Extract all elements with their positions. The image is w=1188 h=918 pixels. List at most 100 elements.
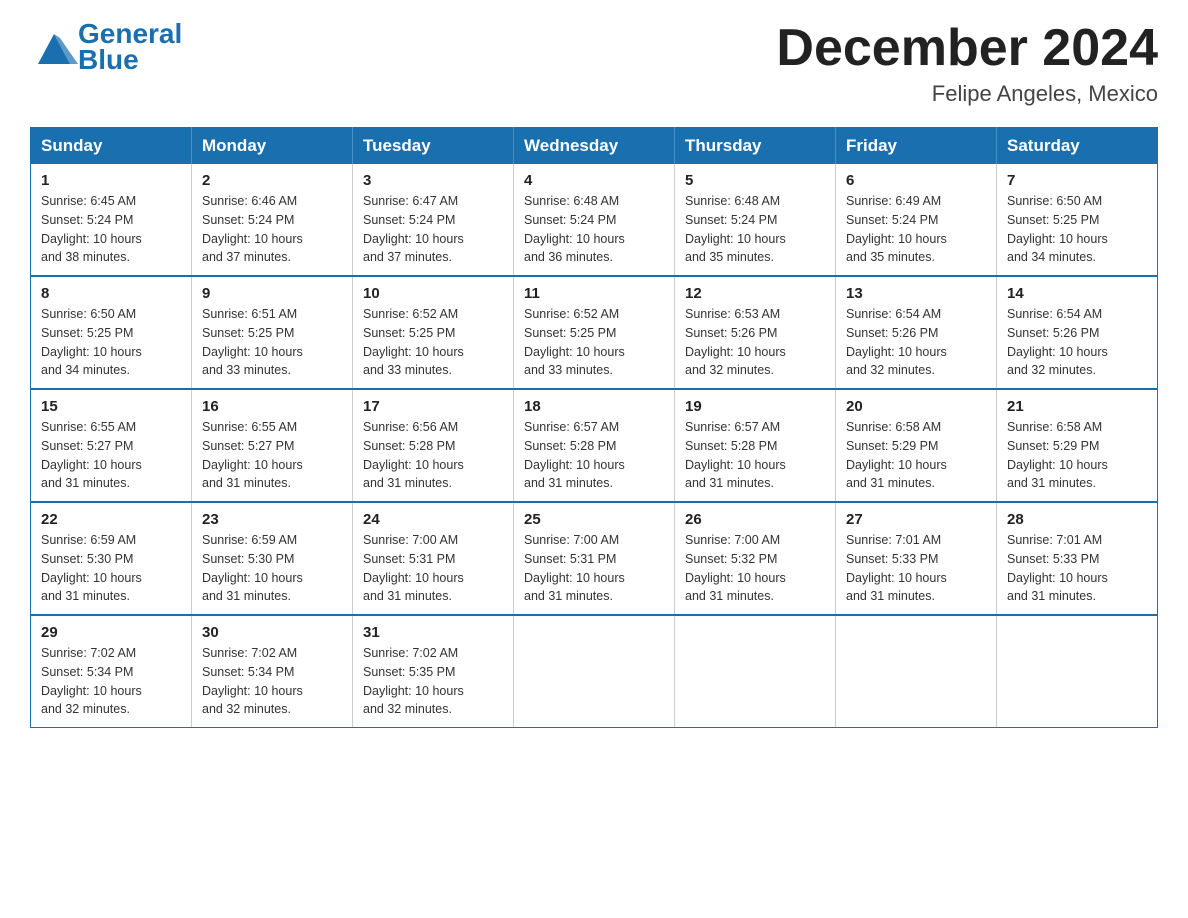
day-info: Sunrise: 7:00 AM Sunset: 5:31 PM Dayligh…	[524, 531, 664, 606]
calendar-week-row: 8 Sunrise: 6:50 AM Sunset: 5:25 PM Dayli…	[31, 276, 1158, 389]
calendar-cell	[997, 615, 1158, 728]
day-number: 29	[41, 624, 181, 641]
calendar-cell: 20 Sunrise: 6:58 AM Sunset: 5:29 PM Dayl…	[836, 389, 997, 502]
header-tuesday: Tuesday	[353, 128, 514, 165]
day-number: 24	[363, 511, 503, 528]
day-number: 13	[846, 285, 986, 302]
calendar-cell: 17 Sunrise: 6:56 AM Sunset: 5:28 PM Dayl…	[353, 389, 514, 502]
day-info: Sunrise: 6:58 AM Sunset: 5:29 PM Dayligh…	[846, 418, 986, 493]
header-wednesday: Wednesday	[514, 128, 675, 165]
day-number: 15	[41, 398, 181, 415]
day-info: Sunrise: 6:52 AM Sunset: 5:25 PM Dayligh…	[524, 305, 664, 380]
day-number: 28	[1007, 511, 1147, 528]
day-number: 7	[1007, 172, 1147, 189]
day-info: Sunrise: 6:52 AM Sunset: 5:25 PM Dayligh…	[363, 305, 503, 380]
day-number: 8	[41, 285, 181, 302]
calendar-cell: 9 Sunrise: 6:51 AM Sunset: 5:25 PM Dayli…	[192, 276, 353, 389]
day-number: 1	[41, 172, 181, 189]
day-info: Sunrise: 6:57 AM Sunset: 5:28 PM Dayligh…	[685, 418, 825, 493]
day-info: Sunrise: 6:58 AM Sunset: 5:29 PM Dayligh…	[1007, 418, 1147, 493]
day-number: 6	[846, 172, 986, 189]
day-info: Sunrise: 6:59 AM Sunset: 5:30 PM Dayligh…	[41, 531, 181, 606]
day-number: 14	[1007, 285, 1147, 302]
header-friday: Friday	[836, 128, 997, 165]
calendar-cell: 13 Sunrise: 6:54 AM Sunset: 5:26 PM Dayl…	[836, 276, 997, 389]
day-info: Sunrise: 6:47 AM Sunset: 5:24 PM Dayligh…	[363, 192, 503, 267]
day-info: Sunrise: 7:02 AM Sunset: 5:34 PM Dayligh…	[202, 644, 342, 719]
day-number: 10	[363, 285, 503, 302]
calendar-cell: 3 Sunrise: 6:47 AM Sunset: 5:24 PM Dayli…	[353, 164, 514, 276]
header-monday: Monday	[192, 128, 353, 165]
calendar-cell: 10 Sunrise: 6:52 AM Sunset: 5:25 PM Dayl…	[353, 276, 514, 389]
calendar-header-row: Sunday Monday Tuesday Wednesday Thursday…	[31, 128, 1158, 165]
day-info: Sunrise: 7:00 AM Sunset: 5:31 PM Dayligh…	[363, 531, 503, 606]
day-number: 18	[524, 398, 664, 415]
calendar-cell: 2 Sunrise: 6:46 AM Sunset: 5:24 PM Dayli…	[192, 164, 353, 276]
day-info: Sunrise: 6:55 AM Sunset: 5:27 PM Dayligh…	[41, 418, 181, 493]
calendar-cell: 4 Sunrise: 6:48 AM Sunset: 5:24 PM Dayli…	[514, 164, 675, 276]
day-number: 16	[202, 398, 342, 415]
calendar-cell: 21 Sunrise: 6:58 AM Sunset: 5:29 PM Dayl…	[997, 389, 1158, 502]
day-number: 3	[363, 172, 503, 189]
day-number: 5	[685, 172, 825, 189]
day-number: 31	[363, 624, 503, 641]
day-info: Sunrise: 6:50 AM Sunset: 5:25 PM Dayligh…	[1007, 192, 1147, 267]
logo: General Blue	[30, 20, 182, 76]
header-saturday: Saturday	[997, 128, 1158, 165]
calendar-cell: 23 Sunrise: 6:59 AM Sunset: 5:30 PM Dayl…	[192, 502, 353, 615]
day-info: Sunrise: 7:02 AM Sunset: 5:35 PM Dayligh…	[363, 644, 503, 719]
calendar-cell	[514, 615, 675, 728]
calendar-cell: 14 Sunrise: 6:54 AM Sunset: 5:26 PM Dayl…	[997, 276, 1158, 389]
day-info: Sunrise: 6:48 AM Sunset: 5:24 PM Dayligh…	[524, 192, 664, 267]
header-thursday: Thursday	[675, 128, 836, 165]
calendar-cell: 29 Sunrise: 7:02 AM Sunset: 5:34 PM Dayl…	[31, 615, 192, 728]
calendar-title: December 2024	[776, 20, 1158, 77]
day-info: Sunrise: 6:46 AM Sunset: 5:24 PM Dayligh…	[202, 192, 342, 267]
day-info: Sunrise: 6:53 AM Sunset: 5:26 PM Dayligh…	[685, 305, 825, 380]
calendar-cell: 7 Sunrise: 6:50 AM Sunset: 5:25 PM Dayli…	[997, 164, 1158, 276]
calendar-subtitle: Felipe Angeles, Mexico	[776, 81, 1158, 107]
calendar-week-row: 29 Sunrise: 7:02 AM Sunset: 5:34 PM Dayl…	[31, 615, 1158, 728]
day-number: 26	[685, 511, 825, 528]
calendar-table: Sunday Monday Tuesday Wednesday Thursday…	[30, 127, 1158, 728]
calendar-cell: 11 Sunrise: 6:52 AM Sunset: 5:25 PM Dayl…	[514, 276, 675, 389]
calendar-cell: 26 Sunrise: 7:00 AM Sunset: 5:32 PM Dayl…	[675, 502, 836, 615]
calendar-cell: 25 Sunrise: 7:00 AM Sunset: 5:31 PM Dayl…	[514, 502, 675, 615]
calendar-week-row: 1 Sunrise: 6:45 AM Sunset: 5:24 PM Dayli…	[31, 164, 1158, 276]
calendar-cell	[836, 615, 997, 728]
day-info: Sunrise: 6:45 AM Sunset: 5:24 PM Dayligh…	[41, 192, 181, 267]
day-info: Sunrise: 7:02 AM Sunset: 5:34 PM Dayligh…	[41, 644, 181, 719]
header-sunday: Sunday	[31, 128, 192, 165]
day-number: 30	[202, 624, 342, 641]
calendar-cell: 15 Sunrise: 6:55 AM Sunset: 5:27 PM Dayl…	[31, 389, 192, 502]
day-number: 27	[846, 511, 986, 528]
calendar-cell: 18 Sunrise: 6:57 AM Sunset: 5:28 PM Dayl…	[514, 389, 675, 502]
calendar-week-row: 15 Sunrise: 6:55 AM Sunset: 5:27 PM Dayl…	[31, 389, 1158, 502]
day-number: 17	[363, 398, 503, 415]
calendar-cell: 5 Sunrise: 6:48 AM Sunset: 5:24 PM Dayli…	[675, 164, 836, 276]
day-number: 21	[1007, 398, 1147, 415]
calendar-cell	[675, 615, 836, 728]
calendar-cell: 6 Sunrise: 6:49 AM Sunset: 5:24 PM Dayli…	[836, 164, 997, 276]
day-number: 19	[685, 398, 825, 415]
day-number: 25	[524, 511, 664, 528]
day-info: Sunrise: 6:48 AM Sunset: 5:24 PM Dayligh…	[685, 192, 825, 267]
title-block: December 2024 Felipe Angeles, Mexico	[776, 20, 1158, 107]
day-info: Sunrise: 6:50 AM Sunset: 5:25 PM Dayligh…	[41, 305, 181, 380]
day-number: 4	[524, 172, 664, 189]
day-info: Sunrise: 6:57 AM Sunset: 5:28 PM Dayligh…	[524, 418, 664, 493]
day-info: Sunrise: 7:01 AM Sunset: 5:33 PM Dayligh…	[846, 531, 986, 606]
day-number: 2	[202, 172, 342, 189]
calendar-cell: 8 Sunrise: 6:50 AM Sunset: 5:25 PM Dayli…	[31, 276, 192, 389]
page-header: General Blue December 2024 Felipe Angele…	[30, 20, 1158, 107]
calendar-cell: 12 Sunrise: 6:53 AM Sunset: 5:26 PM Dayl…	[675, 276, 836, 389]
day-number: 9	[202, 285, 342, 302]
day-info: Sunrise: 6:54 AM Sunset: 5:26 PM Dayligh…	[846, 305, 986, 380]
day-number: 23	[202, 511, 342, 528]
day-info: Sunrise: 6:56 AM Sunset: 5:28 PM Dayligh…	[363, 418, 503, 493]
calendar-cell: 24 Sunrise: 7:00 AM Sunset: 5:31 PM Dayl…	[353, 502, 514, 615]
day-info: Sunrise: 6:54 AM Sunset: 5:26 PM Dayligh…	[1007, 305, 1147, 380]
day-number: 11	[524, 285, 664, 302]
calendar-cell: 31 Sunrise: 7:02 AM Sunset: 5:35 PM Dayl…	[353, 615, 514, 728]
day-info: Sunrise: 7:00 AM Sunset: 5:32 PM Dayligh…	[685, 531, 825, 606]
